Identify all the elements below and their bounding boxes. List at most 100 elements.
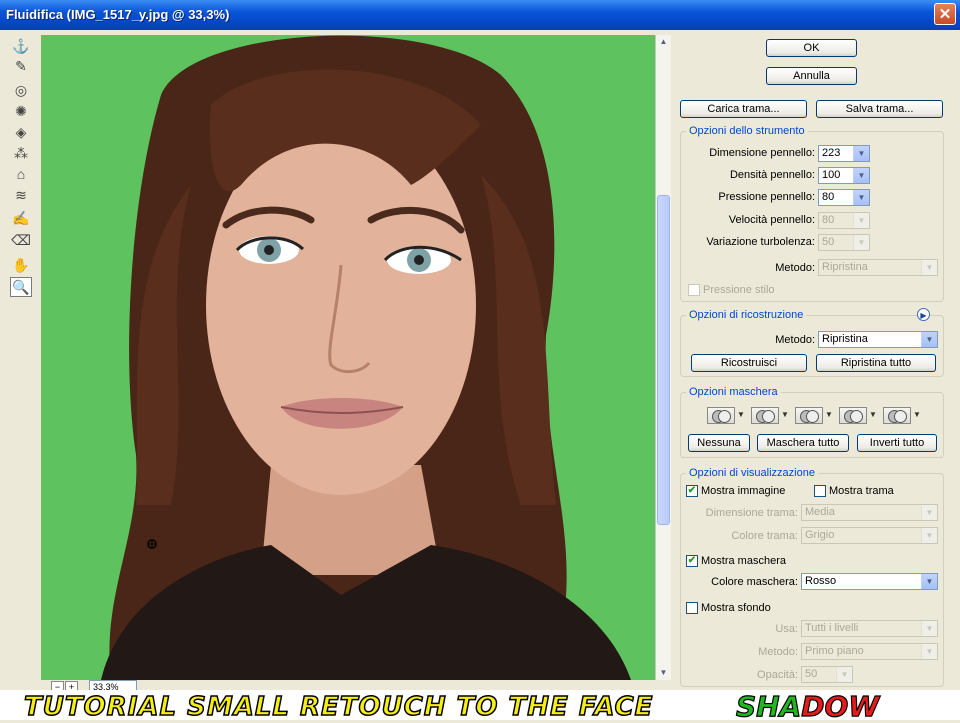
- show-mesh-checkbox[interactable]: [814, 485, 826, 497]
- chevron-down-icon[interactable]: ▼: [853, 190, 869, 205]
- chevron-down-icon: ▼: [853, 235, 869, 250]
- brush-density-value: 100: [822, 169, 841, 181]
- freeze-mask-tool[interactable]: ✍: [10, 208, 32, 228]
- chevron-down-icon[interactable]: ▼: [737, 410, 745, 419]
- chevron-down-icon: ▼: [921, 505, 937, 520]
- tool-options-legend: Opzioni dello strumento: [686, 125, 808, 137]
- restore-all-button[interactable]: Ripristina tutto: [816, 354, 936, 372]
- reconstruct-options-group: Opzioni di ricostruzione Metodo: Riprist…: [680, 309, 944, 377]
- cancel-button[interactable]: Annulla: [766, 67, 857, 85]
- mirror-tool[interactable]: ⌂: [10, 164, 32, 184]
- bloat-tool[interactable]: ◈: [10, 122, 32, 142]
- window-title: Fluidifica (IMG_1517_y.jpg @ 33,3%): [6, 7, 230, 22]
- show-mask-checkbox[interactable]: ✔: [686, 555, 698, 567]
- mask-color-select[interactable]: Rosso ▼: [801, 573, 938, 590]
- show-mask-label: Mostra maschera: [701, 555, 786, 567]
- banner-title: TUTORIAL SMALL RETOUCH TO THE FACE: [23, 691, 654, 723]
- chevron-down-icon[interactable]: ▼: [921, 574, 937, 589]
- turbulent-jitter-field: 50 ▼: [818, 234, 870, 251]
- freeze-mask-tool-icon: ✍: [12, 209, 30, 226]
- thaw-mask-tool[interactable]: ⌫: [10, 230, 32, 250]
- reconstruct-options-legend: Opzioni di ricostruzione: [686, 309, 807, 321]
- tool-mode-label: Metodo:: [775, 262, 815, 274]
- chevron-down-icon: ▼: [836, 667, 852, 682]
- add-to-selection-button[interactable]: [751, 407, 779, 424]
- brush-pressure-label: Pressione pennello:: [718, 191, 815, 203]
- chevron-down-icon[interactable]: ▼: [781, 410, 789, 419]
- scroll-up-icon[interactable]: ▲: [657, 35, 670, 49]
- zoom-tool-icon: 🔍: [12, 278, 30, 295]
- tool-options-group: Opzioni dello strumento Dimensione penne…: [680, 125, 944, 302]
- brush-size-field[interactable]: 223 ▼: [818, 145, 870, 162]
- reconstruct-button[interactable]: Ricostruisci: [691, 354, 807, 372]
- reconstruct-tool[interactable]: ✎: [10, 56, 32, 76]
- brush-density-field[interactable]: 100 ▼: [818, 167, 870, 184]
- mask-options-legend: Opzioni maschera: [686, 386, 781, 398]
- turbulent-jitter-value: 50: [822, 236, 835, 248]
- mask-none-button[interactable]: Nessuna: [688, 434, 750, 452]
- backdrop-mode-value: Primo piano: [805, 645, 864, 657]
- tutorial-banner: TUTORIAL SMALL RETOUCH TO THE FACE SHADO…: [0, 689, 960, 723]
- opacity-value: 50: [805, 668, 818, 680]
- brush-pressure-value: 80: [822, 191, 835, 203]
- reconstruct-mode-select[interactable]: Ripristina ▼: [818, 331, 938, 348]
- load-mesh-button[interactable]: Carica trama...: [680, 100, 807, 118]
- circle-icon: [762, 410, 775, 423]
- mesh-color-select: Grigio ▼: [801, 527, 938, 544]
- push-left-tool[interactable]: ⁂: [10, 143, 32, 163]
- chevron-down-icon[interactable]: ▼: [869, 410, 877, 419]
- brush-density-label: Densità pennello:: [729, 169, 815, 181]
- show-image-checkbox[interactable]: ✔: [686, 485, 698, 497]
- chevron-down-icon: ▼: [921, 621, 937, 636]
- chevron-down-icon[interactable]: ▼: [853, 146, 869, 161]
- hand-tool[interactable]: ✋: [10, 255, 32, 275]
- scroll-down-icon[interactable]: ▼: [657, 666, 670, 680]
- chevron-down-icon[interactable]: ▼: [825, 410, 833, 419]
- invert-all-button[interactable]: Inverti tutto: [857, 434, 937, 452]
- tool-mode-value: Ripristina: [822, 261, 868, 273]
- chevron-down-icon[interactable]: ▼: [913, 410, 921, 419]
- hand-tool-icon: ✋: [12, 256, 30, 273]
- scrollbar-thumb[interactable]: [657, 195, 670, 525]
- brush-size-label: Dimensione pennello:: [709, 147, 815, 159]
- turbulent-jitter-label: Variazione turbolenza:: [706, 236, 815, 248]
- replace-selection-button[interactable]: [707, 407, 735, 424]
- canvas-vertical-scrollbar[interactable]: ▲ ▼: [655, 35, 671, 680]
- intersect-selection-button[interactable]: [839, 407, 867, 424]
- chevron-down-icon[interactable]: ▼: [853, 168, 869, 183]
- pucker-tool[interactable]: ✺: [10, 101, 32, 121]
- backdrop-mode-select: Primo piano ▼: [801, 643, 938, 660]
- brand-logo: SHADOW: [735, 689, 880, 723]
- reconstruct-expand-icon[interactable]: ▶: [917, 308, 930, 321]
- tool-mode-select: Ripristina ▼: [818, 259, 938, 276]
- mirror-tool-icon: ⌂: [16, 166, 26, 182]
- thaw-mask-tool-icon: ⌫: [11, 231, 31, 248]
- window-title-bar[interactable]: Fluidifica (IMG_1517_y.jpg @ 33,3%) ✕: [0, 0, 960, 30]
- show-mesh-label: Mostra trama: [829, 485, 894, 497]
- use-label: Usa:: [775, 623, 798, 635]
- backdrop-mode-label: Metodo:: [758, 646, 798, 658]
- brand-logo-part2: DOW: [801, 689, 880, 723]
- invert-selection-button[interactable]: [883, 407, 911, 424]
- close-icon: ✕: [938, 6, 952, 23]
- brush-pressure-field[interactable]: 80 ▼: [818, 189, 870, 206]
- close-button[interactable]: ✕: [934, 3, 956, 25]
- preview-canvas[interactable]: [41, 35, 655, 680]
- save-mesh-button[interactable]: Salva trama...: [816, 100, 943, 118]
- show-backdrop-checkbox[interactable]: [686, 602, 698, 614]
- zoom-tool[interactable]: 🔍: [10, 277, 32, 297]
- stylus-pressure-label: Pressione stilo: [703, 284, 775, 296]
- use-value: Tutti i livelli: [805, 622, 859, 634]
- mask-all-button[interactable]: Maschera tutto: [757, 434, 849, 452]
- reconstruct-tool-icon: ✎: [15, 57, 27, 74]
- portrait-image: [41, 35, 655, 680]
- subtract-selection-button[interactable]: [795, 407, 823, 424]
- mesh-size-label: Dimensione trama:: [705, 507, 798, 519]
- warp-tool[interactable]: ⚓: [10, 36, 32, 56]
- chevron-down-icon[interactable]: ▼: [921, 332, 937, 347]
- bloat-tool-icon: ◈: [15, 123, 27, 140]
- mask-options-group: Opzioni maschera ▼ ▼ ▼ ▼ ▼ Nessuna Masch…: [680, 386, 944, 458]
- turbulence-tool[interactable]: ≋: [10, 185, 32, 205]
- ok-button[interactable]: OK: [766, 39, 857, 57]
- twirl-tool[interactable]: ◎: [10, 80, 32, 100]
